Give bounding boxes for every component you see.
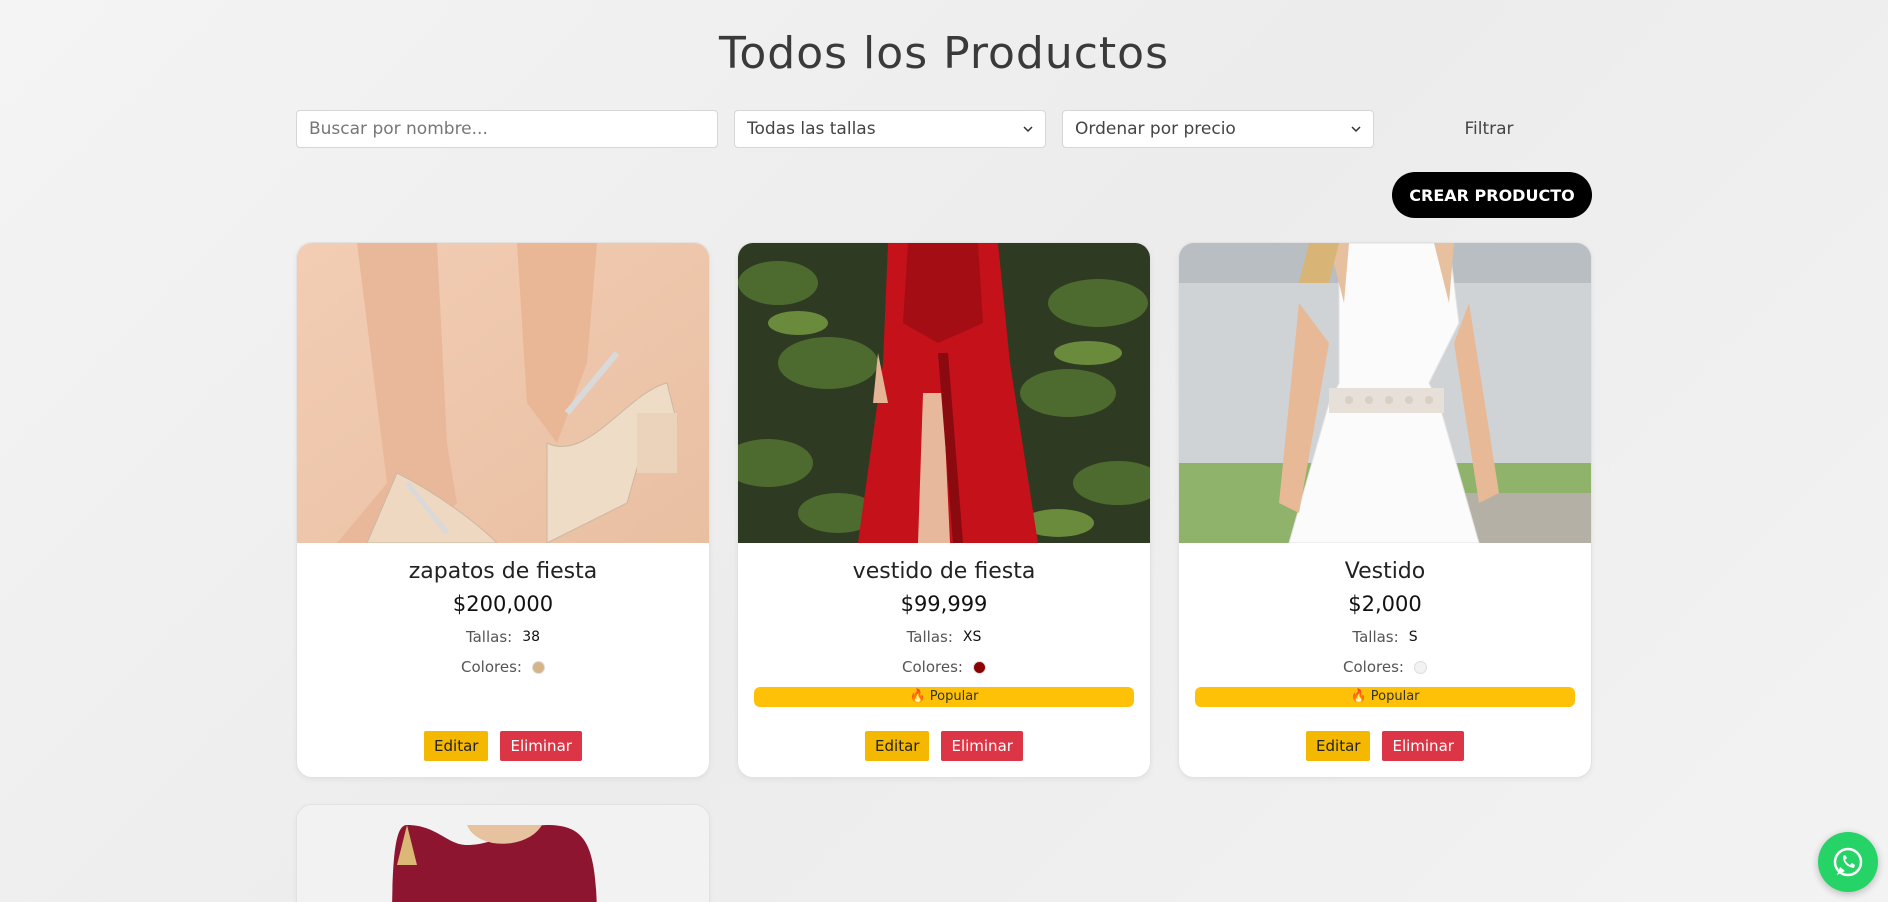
delete-button[interactable]: Eliminar (500, 731, 582, 761)
edit-button[interactable]: Editar (865, 731, 930, 761)
product-image (738, 243, 1150, 543)
badge-placeholder (297, 679, 709, 707)
card-actions: Editar Eliminar (297, 731, 709, 761)
product-sizes: Tallas: 38 (297, 625, 709, 649)
sizes-label: Tallas: (465, 628, 513, 646)
popular-badge: 🔥 Popular (1195, 687, 1575, 707)
colors-label: Colores: (902, 658, 963, 676)
color-swatch (972, 660, 986, 674)
product-colors: Colores: (297, 655, 709, 679)
product-sizes: Tallas: XS (738, 625, 1150, 649)
page-title: Todos los Productos (718, 28, 1170, 79)
sizes-label: Tallas: (906, 628, 953, 646)
product-name: vestido de fiesta (852, 559, 1036, 584)
product-image (1179, 243, 1591, 543)
sort-select-value: Ordenar por precio (1075, 119, 1236, 139)
product-name: zapatos de fiesta (408, 559, 598, 584)
product-card: zapatos de fiesta $200,000 Tallas: 38 Co… (296, 242, 710, 778)
product-name: Vestido (1344, 559, 1426, 584)
colors-label: Colores: (461, 658, 522, 676)
size-value: 38 (522, 629, 541, 645)
product-price: $200,000 (452, 592, 554, 616)
product-card: vestido de fiesta $99,999 Tallas: XS Col… (737, 242, 1151, 778)
product-colors: Colores: (1179, 655, 1591, 679)
chevron-down-icon (1023, 126, 1033, 133)
size-select[interactable]: Todas las tallas (734, 110, 1046, 148)
search-input[interactable] (296, 110, 718, 148)
size-value: XS (962, 629, 982, 645)
filter-bar: Todas las tallas Ordenar por precio Filt… (296, 110, 1592, 148)
popular-badge: 🔥 Popular (754, 687, 1134, 707)
product-info: zapatos de fiesta $200,000 Tallas: 38 Co… (297, 543, 709, 761)
color-swatch (1413, 660, 1427, 674)
product-image (297, 243, 709, 543)
whatsapp-icon (1833, 847, 1863, 877)
create-row: CREAR PRODUCTO (296, 172, 1592, 218)
card-actions: Editar Eliminar (1179, 731, 1591, 761)
size-value: S (1408, 629, 1418, 645)
colors-label: Colores: (1343, 658, 1404, 676)
products-page: Todos los Productos Todas las tallas Ord… (296, 0, 1592, 902)
edit-button[interactable]: Editar (424, 731, 489, 761)
delete-button[interactable]: Eliminar (941, 731, 1023, 761)
whatsapp-button[interactable] (1818, 832, 1878, 892)
color-swatch (531, 660, 545, 674)
product-card: Vestido $2,000 Tallas: S Colores: 🔥 Popu… (1178, 242, 1592, 778)
product-price: $99,999 (900, 592, 988, 616)
product-sizes: Tallas: S (1179, 625, 1591, 649)
product-card (296, 804, 710, 902)
delete-button[interactable]: Eliminar (1382, 731, 1464, 761)
edit-button[interactable]: Editar (1306, 731, 1371, 761)
create-product-button[interactable]: CREAR PRODUCTO (1392, 172, 1592, 218)
product-grid: zapatos de fiesta $200,000 Tallas: 38 Co… (296, 242, 1592, 902)
product-info: vestido de fiesta $99,999 Tallas: XS Col… (738, 543, 1150, 761)
product-info: Vestido $2,000 Tallas: S Colores: 🔥 Popu… (1179, 543, 1591, 761)
size-select-value: Todas las tallas (747, 119, 876, 139)
filter-button[interactable]: Filtrar (1414, 110, 1564, 148)
sizes-label: Tallas: (1352, 628, 1399, 646)
card-actions: Editar Eliminar (738, 731, 1150, 761)
product-image (297, 805, 709, 902)
product-colors: Colores: (738, 655, 1150, 679)
sort-select[interactable]: Ordenar por precio (1062, 110, 1374, 148)
product-price: $2,000 (1348, 592, 1422, 616)
chevron-down-icon (1351, 126, 1361, 133)
